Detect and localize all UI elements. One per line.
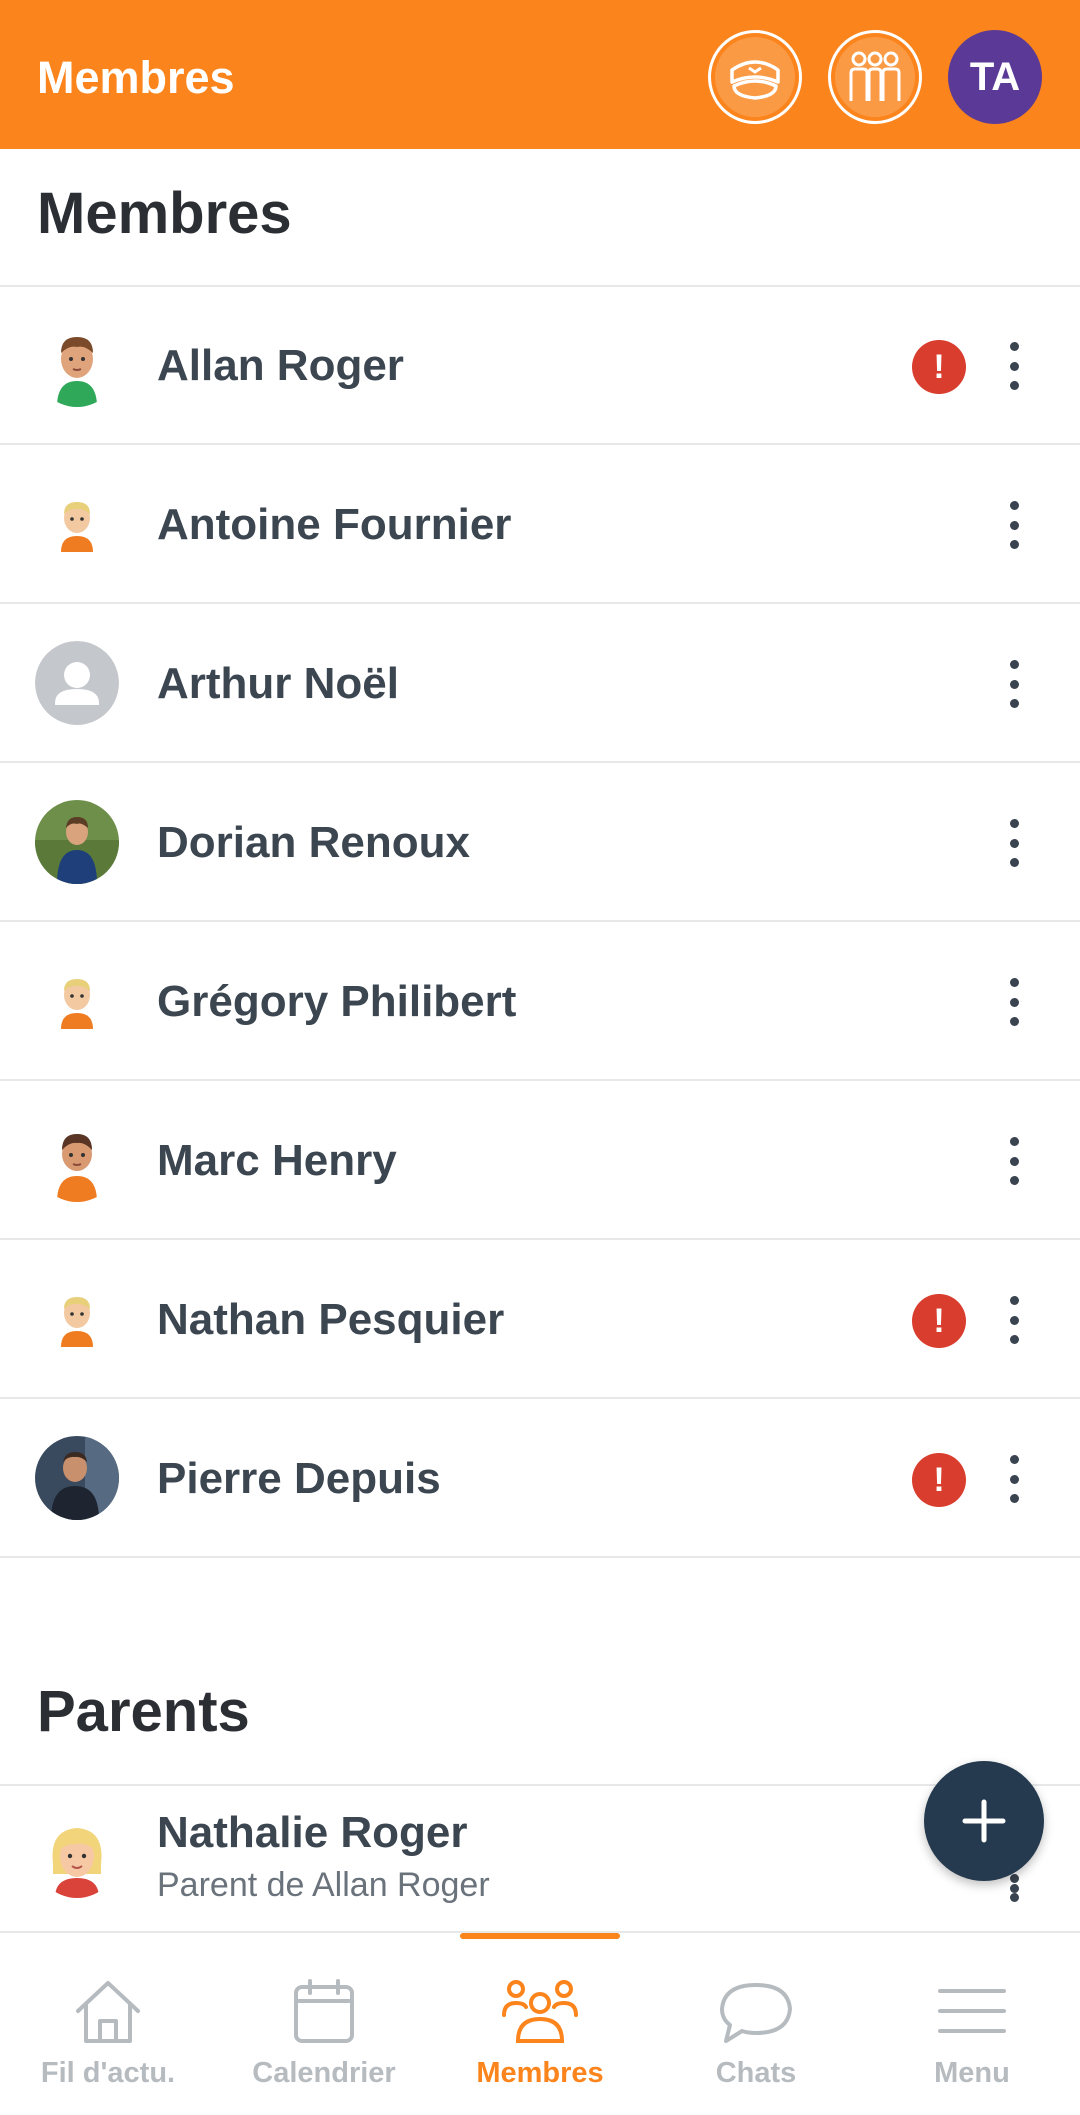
member-row[interactable]: Nathan Pesquier! (0, 1241, 1080, 1399)
nav-menu[interactable]: Menu (864, 1933, 1080, 2115)
nav-label: Chats (715, 2057, 797, 2089)
member-row[interactable]: Dorian Renoux (0, 764, 1080, 922)
avatar-orange-small-icon (61, 1297, 93, 1347)
nav-members[interactable]: Membres (432, 1933, 648, 2115)
member-row[interactable]: Pierre Depuis! (0, 1400, 1080, 1558)
chat-icon (720, 1983, 792, 2043)
add-member-button[interactable] (924, 1761, 1044, 1881)
more-options-icon[interactable] (1000, 336, 1028, 396)
avatar (35, 1436, 119, 1520)
alert-icon[interactable]: ! (912, 1294, 966, 1348)
parents-section-title: Parents (37, 1679, 250, 1744)
avatar (35, 323, 119, 407)
avatar-orange-small-icon (61, 502, 93, 552)
member-name: Grégory Philibert (157, 977, 517, 1026)
user-initials: TA (969, 54, 1021, 99)
parent-row[interactable]: Nathalie Roger Parent de Allan Roger (0, 1786, 1080, 1931)
members-section-title: Membres (37, 181, 292, 246)
avatar (35, 959, 119, 1043)
plus-icon (962, 1799, 1006, 1843)
more-options-icon[interactable] (1000, 1290, 1028, 1350)
menu-icon (938, 1989, 1006, 2033)
member-name: Marc Henry (157, 1136, 397, 1185)
app-title: Membres (37, 52, 235, 103)
member-name: Allan Roger (157, 341, 404, 390)
avatar (35, 800, 119, 884)
member-name: Nathan Pesquier (157, 1295, 505, 1344)
more-options-icon[interactable] (1000, 972, 1028, 1032)
avatar-photo-outdoor-icon (35, 800, 119, 884)
more-options-icon[interactable] (1000, 654, 1028, 714)
nav-label: Calendrier (252, 2057, 396, 2089)
home-icon (76, 1981, 140, 2043)
member-row[interactable]: Allan Roger! (0, 287, 1080, 445)
avatar (35, 482, 119, 566)
member-name: Dorian Renoux (157, 818, 470, 867)
team-icon (849, 51, 901, 101)
member-row[interactable]: Grégory Philibert (0, 923, 1080, 1081)
nav-chats[interactable]: Chats (648, 1933, 864, 2115)
nav-feed[interactable]: Fil d'actu. (0, 1933, 216, 2115)
nav-label: Menu (934, 2057, 1010, 2089)
calendar-icon (294, 1979, 354, 2043)
avatar-photo-dark-icon (35, 1436, 119, 1520)
app-header: Membres TA (0, 0, 1080, 149)
coach-cap-icon (730, 60, 780, 100)
member-row[interactable]: Antoine Fournier (0, 446, 1080, 604)
parent-name: Nathalie Roger (157, 1808, 468, 1857)
team-button[interactable] (828, 30, 922, 124)
avatar (35, 1814, 119, 1898)
avatar (35, 641, 119, 725)
member-row[interactable]: Arthur Noël (0, 605, 1080, 763)
avatar (35, 1277, 119, 1361)
avatar-placeholder-icon (35, 641, 119, 725)
avatar-green-shirt-icon (57, 337, 97, 407)
parent-relation: Parent de Allan Roger (157, 1866, 490, 1904)
parent-avatar-icon (52, 1828, 102, 1898)
avatar-orange-small-icon (61, 979, 93, 1029)
more-options-icon[interactable] (1000, 1449, 1028, 1509)
more-options-icon[interactable] (1000, 1131, 1028, 1191)
nav-label: Fil d'actu. (40, 2057, 176, 2089)
user-avatar-button[interactable]: TA (948, 30, 1042, 124)
avatar-orange-brown-hair-icon (57, 1134, 97, 1202)
nav-calendar[interactable]: Calendrier (216, 1933, 432, 2115)
member-row[interactable]: Marc Henry (0, 1082, 1080, 1240)
alert-icon[interactable]: ! (912, 340, 966, 394)
avatar (35, 1118, 119, 1202)
members-icon (502, 1980, 578, 2043)
more-options-icon[interactable] (1000, 813, 1028, 873)
member-name: Antoine Fournier (157, 500, 512, 549)
alert-icon[interactable]: ! (912, 1453, 966, 1507)
member-name: Arthur Noël (157, 659, 399, 708)
more-options-icon[interactable] (1000, 495, 1028, 555)
bottom-navigation: Fil d'actu. Calendrier Membres Chats Men… (0, 1931, 1080, 2115)
nav-label: Membres (476, 2057, 604, 2089)
member-name: Pierre Depuis (157, 1454, 441, 1503)
coach-mode-button[interactable] (708, 30, 802, 124)
